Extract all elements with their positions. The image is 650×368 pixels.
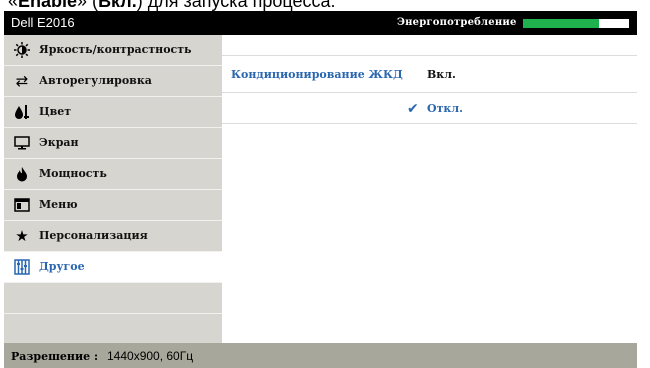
sidebar-item-personalize[interactable]: ★ Персонализация xyxy=(4,221,222,252)
settings-panel: Кондиционирование ЖКД Вкл. ✔ Откл. xyxy=(222,35,637,343)
osd-window: Dell E2016 Энергопотребление Яркость/кон… xyxy=(4,11,637,368)
sidebar-item-label: Персонализация xyxy=(39,229,148,242)
lcd-conditioning-off-row[interactable]: ✔ Откл. xyxy=(222,93,637,124)
resolution-value: 1440x900, 60Гц xyxy=(107,349,194,363)
sidebar-item-other[interactable]: Другое xyxy=(4,252,222,283)
sidebar-menu: Яркость/контрастность ⇄ Авторегулировка … xyxy=(4,35,222,345)
lcd-conditioning-label: Кондиционирование ЖКД xyxy=(231,68,403,81)
other-icon xyxy=(14,259,30,275)
energy-meter-fill xyxy=(523,19,600,28)
sidebar-item-display[interactable]: Экран xyxy=(4,128,222,159)
monitor-model: Dell E2016 xyxy=(11,15,75,30)
sidebar-item-label: Яркость/контрастность xyxy=(39,43,192,56)
status-bar: Разрешение : 1440x900, 60Гц xyxy=(4,343,637,368)
power-icon xyxy=(14,166,30,182)
caption-enable-text: Enable xyxy=(18,0,78,11)
settings-row-header xyxy=(222,35,637,56)
sidebar-empty-slot xyxy=(4,314,222,345)
energy-label: Энергопотребление xyxy=(397,17,517,28)
checkmark-icon: ✔ xyxy=(407,101,419,117)
sidebar-item-auto-adjust[interactable]: ⇄ Авторегулировка xyxy=(4,66,222,97)
sidebar-item-menu[interactable]: Меню xyxy=(4,190,222,221)
auto-adjust-icon: ⇄ xyxy=(15,72,29,90)
option-off[interactable]: Откл. xyxy=(427,102,463,115)
sidebar-item-label: Цвет xyxy=(39,105,72,118)
caption-on-text: Вкл. xyxy=(98,0,137,11)
sidebar-item-label: Мощность xyxy=(39,167,107,180)
sidebar-empty-slot xyxy=(4,283,222,314)
sidebar-item-label: Экран xyxy=(39,136,79,149)
sidebar-item-label: Другое xyxy=(39,260,85,273)
lcd-conditioning-row[interactable]: Кондиционирование ЖКД Вкл. xyxy=(222,56,637,93)
resolution-label: Разрешение : xyxy=(11,350,99,363)
star-icon: ★ xyxy=(15,227,29,245)
brightness-icon xyxy=(14,42,30,58)
sidebar-item-brightness[interactable]: Яркость/контрастность xyxy=(4,35,222,66)
color-icon xyxy=(14,104,30,120)
osd-title-bar: Dell E2016 Энергопотребление xyxy=(4,11,637,35)
sidebar-item-color[interactable]: Цвет xyxy=(4,97,222,128)
display-icon xyxy=(14,135,30,151)
sidebar-item-label: Меню xyxy=(39,198,78,211)
energy-meter xyxy=(523,19,629,28)
menu-icon xyxy=(14,197,30,213)
option-on[interactable]: Вкл. xyxy=(427,68,456,81)
sidebar-item-power[interactable]: Мощность xyxy=(4,159,222,190)
sidebar-item-label: Авторегулировка xyxy=(39,74,152,87)
